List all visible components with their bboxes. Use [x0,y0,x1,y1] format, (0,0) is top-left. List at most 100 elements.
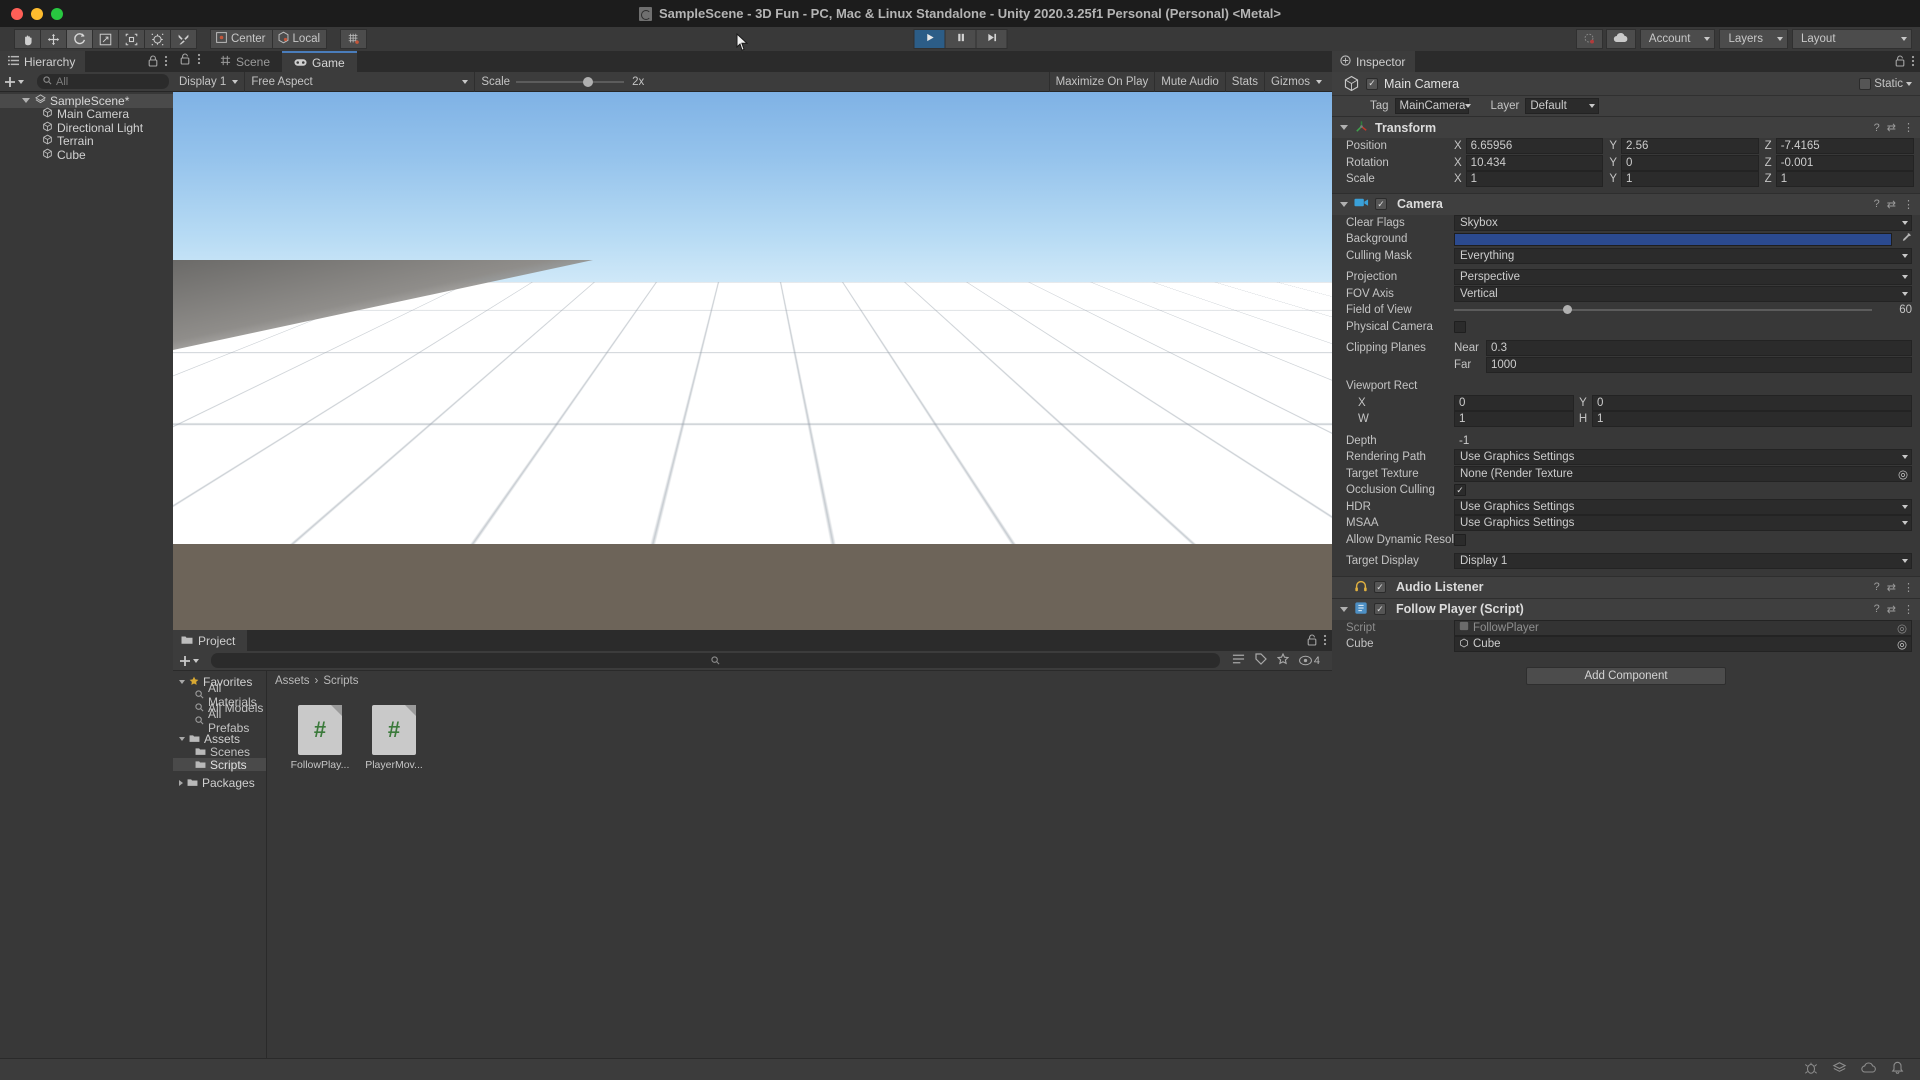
clear-flags-dropdown[interactable]: Skybox [1454,214,1912,231]
field-of-view-value[interactable]: 60 [1882,304,1912,316]
help-icon[interactable]: ? [1874,122,1880,134]
star-icon[interactable] [1276,652,1290,668]
pause-button[interactable] [944,29,977,49]
scale-y-input[interactable]: 1 [1621,171,1759,188]
layout-dropdown[interactable]: Layout [1792,29,1912,49]
kebab-menu-icon[interactable] [164,55,168,70]
stats-toggle[interactable]: Stats [1226,71,1266,92]
gameobject-enabled-checkbox[interactable]: ✓ [1366,77,1378,90]
create-asset-button[interactable] [179,655,199,667]
cloud-services-button[interactable] [1605,29,1636,49]
camera-component-header[interactable]: ✓ Camera ? ⇄ ⋮ [1332,192,1920,215]
follow-player-component-header[interactable]: ✓ Follow Player (Script) ? ⇄ ⋮ [1332,597,1920,620]
lock-icon[interactable] [180,53,190,68]
rect-tool-button[interactable] [118,29,145,49]
hand-tool-button[interactable] [14,29,41,49]
tab-scene[interactable]: Scene [208,51,282,72]
rotation-x-input[interactable]: 10.434 [1465,154,1604,171]
preset-icon[interactable]: ⇄ [1887,198,1896,211]
object-picker-icon[interactable]: ◎ [1897,637,1907,651]
project-item-all-materials[interactable]: All Materials [173,681,266,709]
rotation-z-input[interactable]: -0.001 [1775,154,1914,171]
follow-player-enabled-checkbox[interactable]: ✓ [1374,603,1386,615]
help-icon[interactable]: ? [1874,581,1880,593]
project-item-packages[interactable]: Packages [173,776,266,790]
msaa-dropdown[interactable]: Use Graphics Settings [1454,515,1912,532]
kebab-menu-icon[interactable] [1911,55,1915,70]
kebab-menu-icon[interactable] [1323,634,1327,649]
chevron-down-icon[interactable] [1340,201,1348,207]
transform-component-header[interactable]: Transform ? ⇄ ⋮ [1332,116,1920,138]
scale-z-input[interactable]: 1 [1775,171,1914,188]
pivot-mode-button[interactable]: Center [210,29,273,49]
kebab-menu-icon[interactable]: ⋮ [1903,121,1914,134]
play-button[interactable] [913,29,946,49]
grid-snap-button[interactable] [340,29,368,49]
object-picker-icon[interactable]: ◎ [1898,467,1908,481]
eyedropper-icon[interactable] [1901,232,1912,246]
chevron-down-icon[interactable] [1340,125,1348,130]
projection-dropdown[interactable]: Perspective [1454,269,1912,286]
help-icon[interactable]: ? [1874,198,1880,210]
near-input[interactable]: 0.3 [1486,340,1912,357]
scale-slider-group[interactable]: Scale 2x [475,72,650,92]
bell-icon[interactable] [1891,1061,1904,1078]
lock-icon[interactable] [1307,634,1317,649]
hierarchy-item-cube[interactable]: Cube [0,148,173,162]
field-of-view-slider[interactable] [1454,305,1872,315]
audio-listener-component-header[interactable]: ✓ Audio Listener ? ⇄ ⋮ [1332,575,1920,598]
chevron-down-icon[interactable] [179,736,185,741]
search-by-type-icon[interactable] [1232,653,1245,668]
depth-input[interactable]: -1 [1454,432,1912,449]
allow-dynamic-resolution-checkbox[interactable] [1454,533,1466,546]
chevron-right-icon[interactable] [179,779,183,786]
scale-x-input[interactable]: 1 [1465,171,1604,188]
help-icon[interactable]: ? [1874,603,1880,615]
chevron-down-icon[interactable] [179,679,185,684]
tab-hierarchy[interactable]: Hierarchy [0,51,86,72]
project-search-input[interactable] [211,653,1220,668]
gameobject-name[interactable]: Main Camera [1384,77,1853,91]
preset-icon[interactable]: ⇄ [1887,121,1896,134]
project-item-all-prefabs[interactable]: All Prefabs [173,707,266,735]
tab-game[interactable]: Game [282,51,357,72]
kebab-menu-icon[interactable]: ⋮ [1903,198,1914,211]
kebab-menu-icon[interactable] [197,53,201,68]
hierarchy-search-input[interactable]: All [37,74,169,89]
position-y-input[interactable]: 2.56 [1621,138,1759,155]
cloud-status-icon[interactable] [1861,1062,1877,1077]
chevron-down-icon[interactable] [1340,606,1348,612]
gizmos-dropdown[interactable]: Gizmos [1265,72,1332,92]
move-tool-button[interactable] [40,29,67,49]
object-picker-icon[interactable]: ◎ [1897,621,1907,635]
layers-status-icon[interactable] [1832,1061,1847,1078]
transform-combined-tool-button[interactable] [144,29,171,49]
chevron-down-icon[interactable] [1906,81,1912,86]
collab-button[interactable] [1575,29,1603,49]
breadcrumb-assets[interactable]: Assets [275,675,310,687]
asset-item-followplayer[interactable]: # FollowPlay... [289,705,351,771]
chevron-down-icon[interactable] [22,98,30,104]
maximize-on-play-toggle[interactable]: Maximize On Play [1048,71,1156,92]
hierarchy-item-terrain[interactable]: Terrain [0,134,173,148]
scale-tool-button[interactable] [92,29,119,49]
asset-item-playermovement[interactable]: # PlayerMov... [363,705,425,771]
tab-inspector[interactable]: Inspector [1332,51,1416,72]
rotation-y-input[interactable]: 0 [1621,154,1759,171]
project-item-scenes[interactable]: Scenes [173,745,266,759]
add-component-button[interactable]: Add Component [1526,666,1726,685]
preset-icon[interactable]: ⇄ [1887,581,1896,594]
display-dropdown[interactable]: Display 1 [173,71,246,92]
pivot-rotation-button[interactable]: Local [271,29,328,49]
static-toggle[interactable]: Static [1859,77,1912,90]
viewport-h-input[interactable]: 1 [1592,411,1912,428]
custom-editor-tool-button[interactable] [170,29,197,49]
camera-enabled-checkbox[interactable]: ✓ [1375,198,1387,210]
tag-dropdown[interactable]: MainCamera [1394,98,1472,114]
position-z-input[interactable]: -7.4165 [1775,138,1914,155]
game-viewport[interactable] [173,92,1332,630]
target-display-dropdown[interactable]: Display 1 [1454,553,1912,570]
tab-project[interactable]: Project [173,630,248,651]
audio-listener-enabled-checkbox[interactable]: ✓ [1374,581,1386,593]
bug-icon[interactable] [1804,1061,1818,1078]
